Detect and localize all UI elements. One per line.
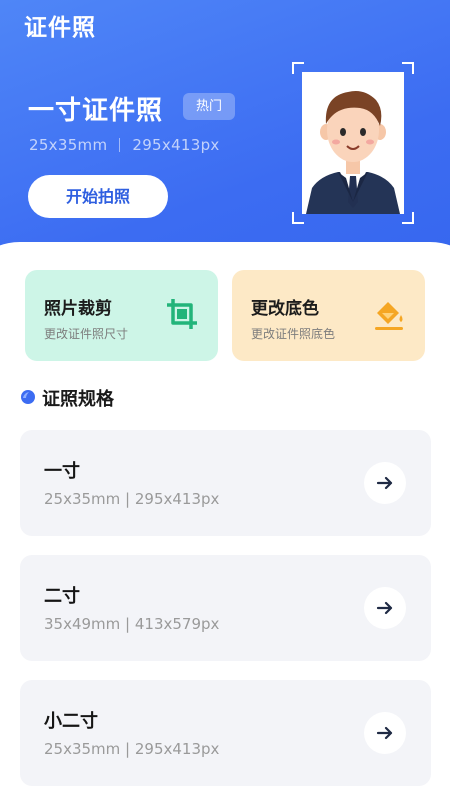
spec-size: 25x35mm | 295x413px (44, 490, 220, 508)
spec-divider (119, 138, 121, 152)
sample-photo-frame (292, 62, 414, 224)
spec-name: 二寸 (44, 586, 80, 607)
hot-badge: 热门 (183, 93, 236, 120)
hero-spec-px: 295x413px (132, 136, 220, 154)
spec-card-one-inch[interactable]: 一寸 25x35mm | 295x413px (20, 430, 431, 536)
spec-size: 35x49mm | 413x579px (44, 615, 220, 633)
bg-card-title: 更改底色 (251, 299, 319, 319)
arrow-button[interactable] (364, 462, 406, 504)
change-background-card[interactable]: 更改底色 更改证件照底色 (232, 270, 425, 361)
spec-section-title: 证照规格 (42, 389, 114, 410)
hero-size-spec: 25x35mm 295x413px (29, 136, 220, 154)
spec-size: 25x35mm | 295x413px (44, 740, 220, 758)
sample-portrait (302, 72, 404, 214)
crop-card-subtitle: 更改证件照尺寸 (44, 327, 129, 341)
bg-card-subtitle: 更改证件照底色 (251, 327, 336, 341)
spec-name: 小二寸 (44, 711, 98, 732)
app-title: 证件照 (24, 15, 96, 41)
portrait-illustration-icon (302, 72, 404, 214)
arrow-button[interactable] (364, 712, 406, 754)
hero-spec-mm: 25x35mm (29, 136, 108, 154)
section-bullet-icon (21, 390, 35, 404)
arrow-right-icon (376, 726, 393, 740)
crop-icon (164, 296, 200, 332)
hero-size-title: 一寸证件照 (28, 96, 164, 126)
paint-bucket-icon (371, 296, 407, 332)
hero-banner: 证件照 一寸证件照 热门 25x35mm 295x413px 开始拍照 (0, 0, 450, 300)
arrow-right-icon (376, 476, 393, 490)
spec-card-small-two-inch[interactable]: 小二寸 25x35mm | 295x413px (20, 680, 431, 786)
arrow-right-icon (376, 601, 393, 615)
arrow-button[interactable] (364, 587, 406, 629)
spec-name: 一寸 (44, 461, 80, 482)
crop-photo-card[interactable]: 照片裁剪 更改证件照尺寸 (25, 270, 218, 361)
spec-card-two-inch[interactable]: 二寸 35x49mm | 413x579px (20, 555, 431, 661)
crop-card-title: 照片裁剪 (44, 299, 112, 319)
start-photo-button[interactable]: 开始拍照 (28, 175, 168, 218)
